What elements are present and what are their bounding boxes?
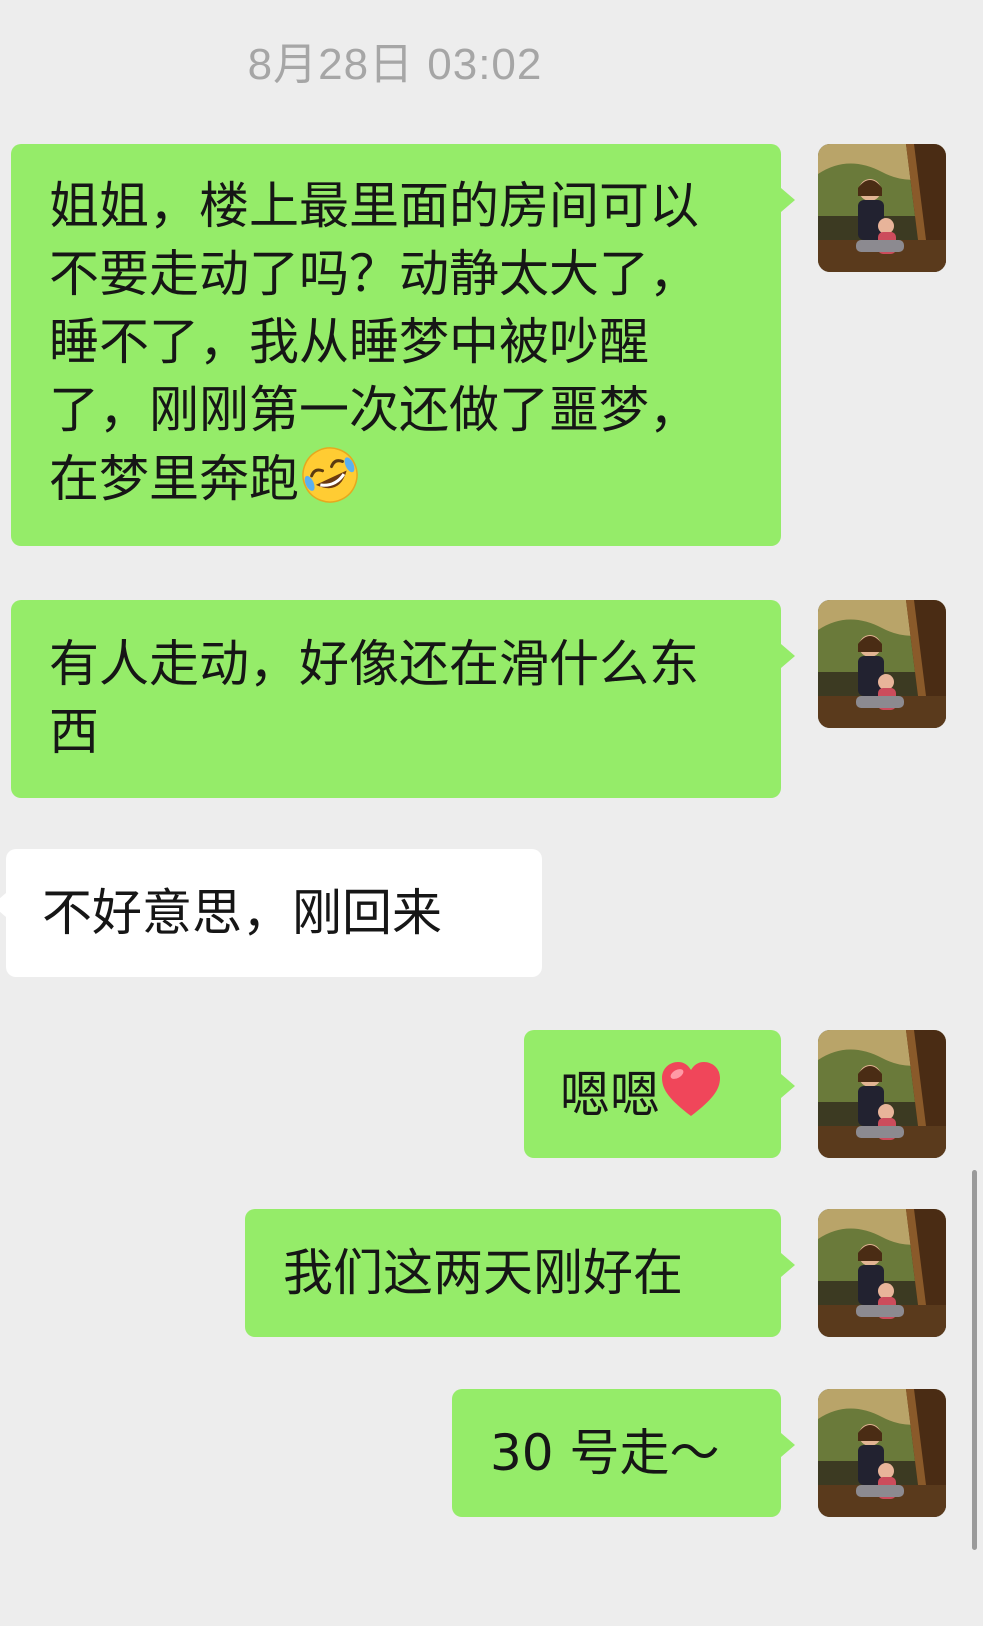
avatar[interactable] — [818, 1030, 946, 1158]
message-bubble-outgoing[interactable]: 30 号走～ — [452, 1389, 795, 1517]
message-text: 嗯嗯 — [560, 1066, 660, 1124]
message-text: 不好意思，刚回来 — [42, 884, 442, 942]
scrollbar[interactable] — [972, 1170, 977, 1550]
message-bubble-incoming[interactable]: 不好意思，刚回来 — [0, 849, 542, 977]
message-text: 我们这两天刚好在 — [283, 1244, 683, 1302]
avatar[interactable] — [818, 1209, 946, 1337]
message-text: 姐姐，楼上最里面的房间可以不要走动了吗？动静太大了，睡不了，我从睡梦中被吵醒了，… — [49, 177, 699, 508]
message-text: 30 号走～ — [490, 1424, 720, 1482]
avatar[interactable] — [818, 600, 946, 728]
message-bubble-outgoing[interactable]: 姐姐，楼上最里面的房间可以不要走动了吗？动静太大了，睡不了，我从睡梦中被吵醒了，… — [11, 144, 795, 546]
message-bubble-outgoing[interactable]: 嗯嗯 — [524, 1030, 795, 1158]
avatar[interactable] — [818, 144, 946, 272]
message-text: 有人走动，好像还在滑什么东西 — [49, 635, 699, 761]
message-bubble-outgoing[interactable]: 我们这两天刚好在 — [245, 1209, 795, 1337]
avatar[interactable] — [818, 1389, 946, 1517]
red-heart-emoji-icon — [660, 1060, 722, 1122]
rolling-on-floor-laughing-emoji-icon — [299, 444, 361, 506]
message-bubble-outgoing[interactable]: 有人走动，好像还在滑什么东西 — [11, 600, 795, 798]
chat-timestamp: 8月28日 03:02 — [247, 40, 543, 89]
